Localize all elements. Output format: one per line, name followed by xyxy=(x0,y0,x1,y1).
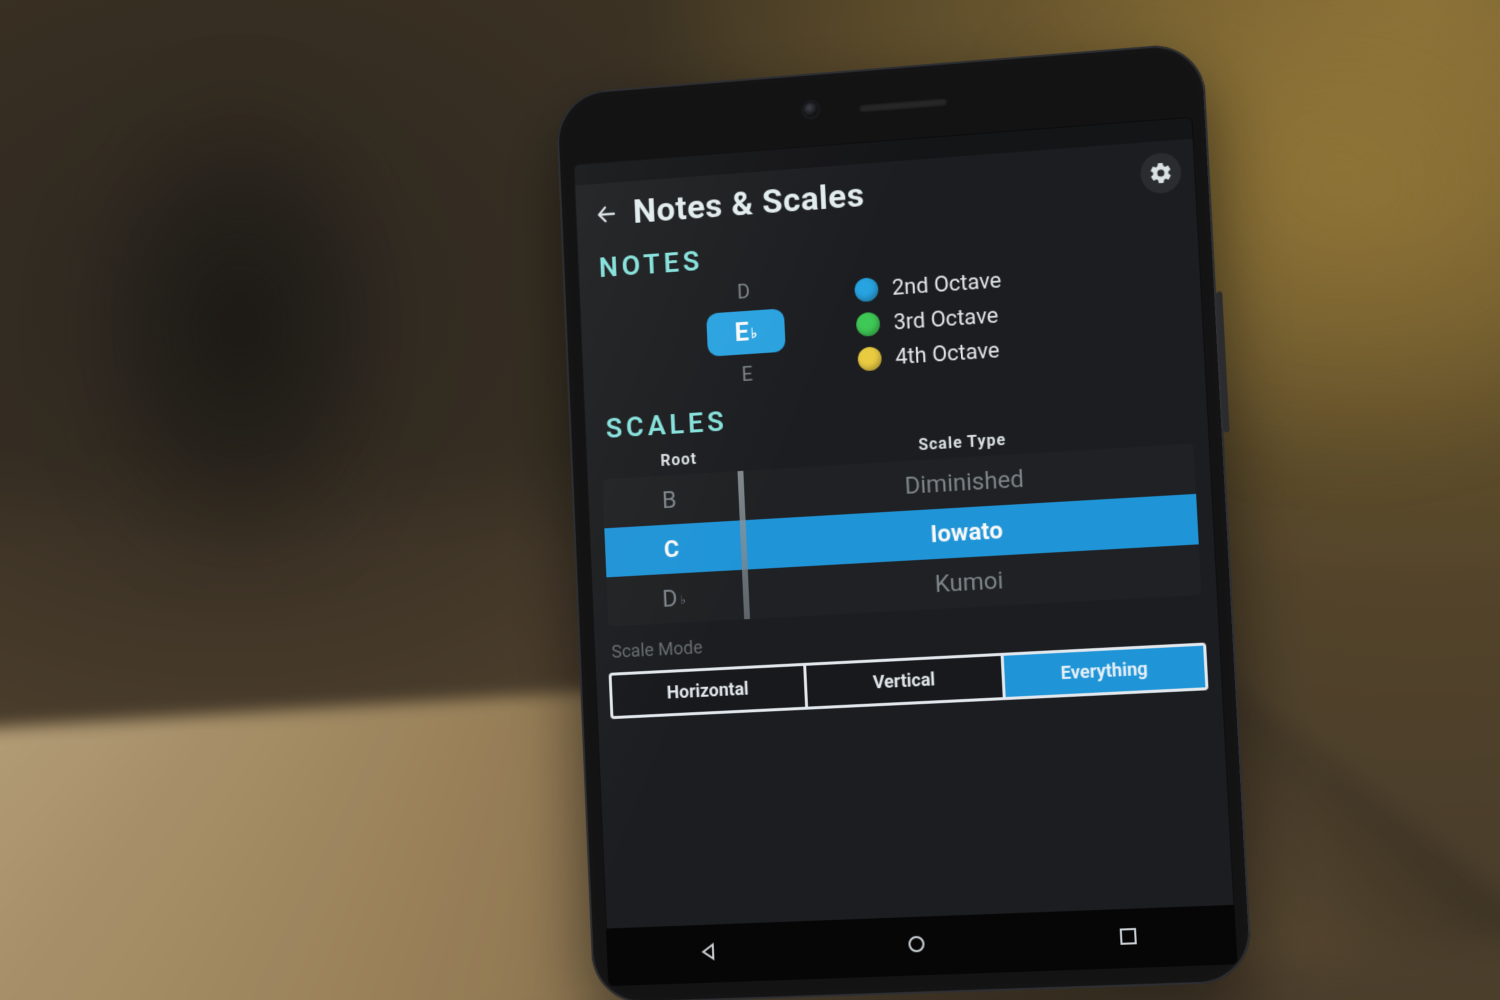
note-next: E xyxy=(741,362,754,386)
seg-horizontal[interactable]: Horizontal xyxy=(612,666,808,716)
legend-dot-icon xyxy=(854,277,879,302)
gear-icon xyxy=(1148,160,1174,186)
settings-button[interactable] xyxy=(1140,152,1183,195)
legend-row: 2nd Octave xyxy=(854,268,1002,303)
circle-home-icon xyxy=(904,932,929,957)
note-picker[interactable]: D E♭ E xyxy=(681,275,812,390)
seg-vertical[interactable]: Vertical xyxy=(806,656,1006,707)
square-recents-icon xyxy=(1115,924,1141,949)
note-prev: D xyxy=(737,279,752,303)
legend-row: 3rd Octave xyxy=(856,303,1004,338)
triangle-back-icon xyxy=(697,939,722,964)
note-selected-letter: E xyxy=(734,318,750,348)
legend-dot-icon xyxy=(857,346,882,371)
legend-label: 4th Octave xyxy=(895,338,1000,370)
scales-panel: Root Scale Type B Diminished C Iowato D♭… xyxy=(586,413,1218,627)
phone-screen: Notes & Scales NOTES D E♭ E xyxy=(573,117,1237,987)
wheel-root: C xyxy=(605,531,742,566)
note-selected-accidental: ♭ xyxy=(750,326,757,342)
wheel-root: B xyxy=(603,482,740,518)
arrow-left-icon xyxy=(594,202,618,227)
octave-legend: 2nd Octave 3rd Octave 4th Octave xyxy=(854,268,1005,372)
nav-home-button[interactable] xyxy=(904,932,929,961)
legend-label: 3rd Octave xyxy=(893,303,999,335)
wheel-root: D♭ xyxy=(607,581,744,616)
legend-row: 4th Octave xyxy=(857,338,1005,372)
nav-recents-button[interactable] xyxy=(1115,924,1141,953)
note-selected: E♭ xyxy=(706,308,785,356)
phone-device: Notes & Scales NOTES D E♭ E xyxy=(555,42,1253,1000)
seg-everything[interactable]: Everything xyxy=(1004,646,1205,697)
nav-back-button[interactable] xyxy=(697,939,722,968)
back-button[interactable] xyxy=(584,191,628,237)
col-root: Root xyxy=(611,446,747,473)
legend-dot-icon xyxy=(856,312,881,337)
bg-dark-object xyxy=(30,80,450,700)
photo-background: Notes & Scales NOTES D E♭ E xyxy=(0,0,1500,1000)
legend-label: 2nd Octave xyxy=(891,268,1001,300)
